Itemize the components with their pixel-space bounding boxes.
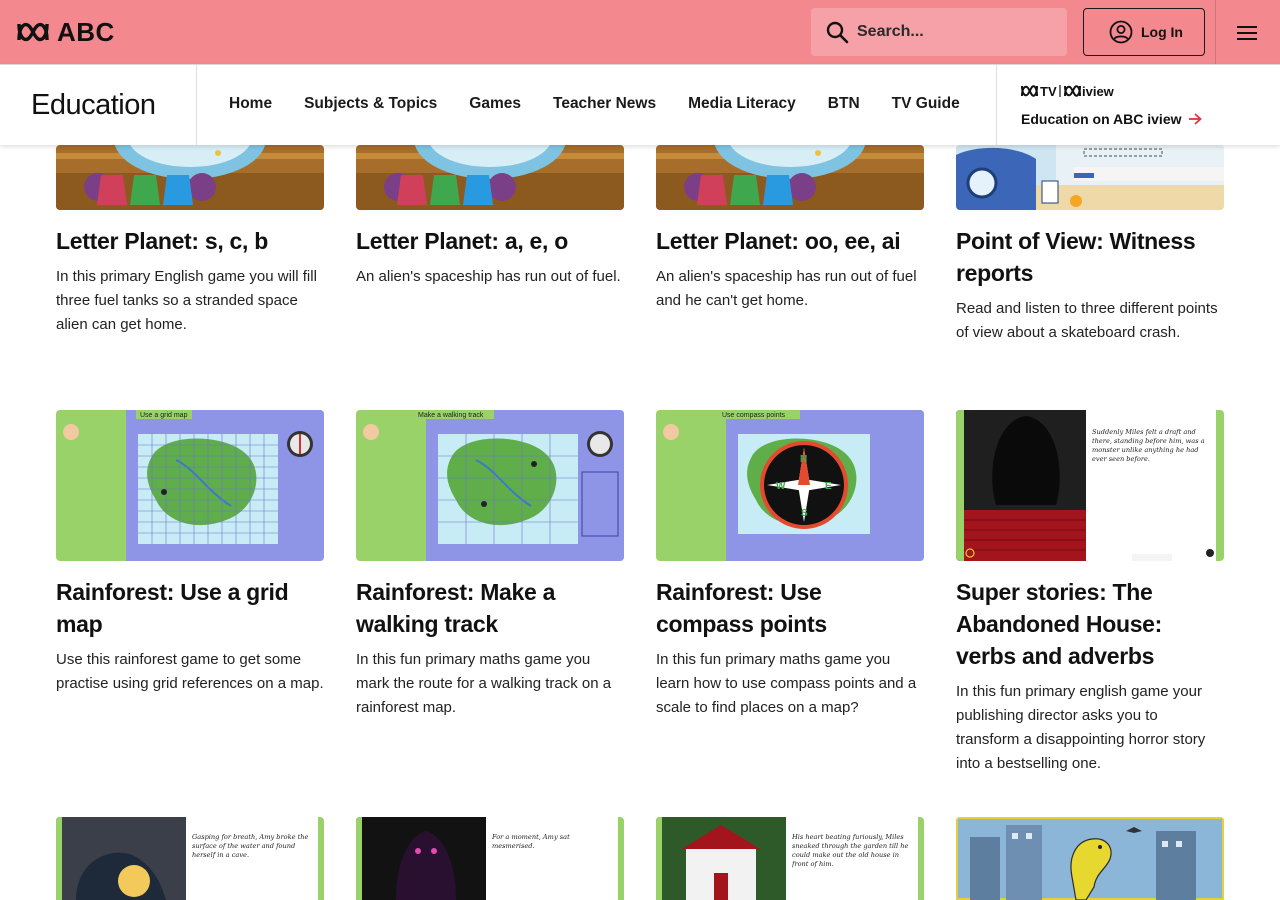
section-nav-bar: Education Home Subjects & Topics Games T… [0, 64, 1280, 145]
login-button[interactable]: Log In [1083, 8, 1205, 56]
card-title[interactable]: Rainforest: Make a walking track [356, 576, 624, 640]
card-description: In this primary English game you will fi… [56, 268, 317, 333]
thumb-story-text: For a moment, Amy sat mesmerised. [492, 833, 570, 850]
search-input[interactable] [857, 23, 1047, 41]
search-box[interactable] [811, 8, 1067, 56]
super-stories-cave-image: Gasping for breath, Amy broke the surfac… [56, 817, 324, 900]
svg-text:E: E [825, 481, 832, 492]
hamburger-menu-icon[interactable] [1234, 22, 1262, 44]
rainforest-compass-image: Use compass points N W E S [656, 410, 924, 561]
arrow-right-icon [1188, 113, 1202, 125]
card-thumbnail[interactable]: Use compass points N W E S [656, 410, 924, 561]
card-thumbnail[interactable]: Make a walking track [356, 410, 624, 561]
thumb-heading: Use compass points [722, 412, 786, 419]
nav-link-btn[interactable]: BTN [828, 95, 860, 113]
card-title[interactable]: Point of View: Witness reports [956, 225, 1224, 289]
search-icon [826, 21, 849, 44]
card-thumbnail[interactable] [356, 145, 624, 210]
card-title[interactable]: Letter Planet: s, c, b [56, 225, 324, 257]
abc-lissajous-icon [17, 22, 49, 42]
letter-planet-image [56, 145, 324, 210]
card-description: Use this rainforest game to get some pra… [56, 651, 324, 692]
card-title[interactable]: Rainforest: Use compass points [656, 576, 924, 640]
card-description: In this fun primary maths game you learn… [656, 651, 917, 716]
nav-link-teacher-news[interactable]: Teacher News [553, 95, 656, 113]
card-thumbnail[interactable] [56, 145, 324, 210]
nav-link-games[interactable]: Games [469, 95, 521, 113]
card-title[interactable]: Letter Planet: a, e, o [356, 225, 624, 257]
divider [196, 65, 197, 145]
rainforest-walking-track-image: Make a walking track [356, 410, 624, 561]
card-thumbnail[interactable] [956, 145, 1224, 210]
abc-tv-iview-logo[interactable]: TV iview [1021, 84, 1117, 98]
card-thumbnail[interactable]: Gasping for breath, Amy broke the surfac… [56, 817, 324, 900]
thumb-heading: Make a walking track [418, 412, 484, 419]
login-label: Log In [1141, 24, 1183, 40]
card-thumbnail[interactable]: Suddenly Miles felt a draft and there, s… [956, 410, 1224, 561]
card-thumbnail[interactable] [656, 145, 924, 210]
card-thumbnail[interactable]: Use a grid map [56, 410, 324, 561]
card-title[interactable]: Rainforest: Use a grid map [56, 576, 324, 640]
super-stories-house-image: His heart beating furiously, Miles sneak… [656, 817, 924, 900]
svg-text:TV: TV [1040, 84, 1057, 98]
card-title[interactable]: Letter Planet: oo, ee, ai [656, 225, 924, 257]
section-nav: Home Subjects & Topics Games Teacher New… [229, 95, 960, 113]
nav-link-home[interactable]: Home [229, 95, 272, 113]
card-description: In this fun primary maths game you mark … [356, 651, 612, 716]
card-description: An alien's spaceship has run out of fuel… [356, 268, 621, 285]
abc-logo[interactable]: ABC [17, 18, 115, 46]
education-on-iview-link[interactable]: Education on ABC iview [1021, 111, 1202, 127]
thumb-story-text: Gasping for breath, Amy broke the surfac… [192, 833, 309, 859]
top-bar: ABC Log In [0, 0, 1280, 64]
thumb-heading: Use a grid map [140, 412, 188, 419]
svg-text:iview: iview [1082, 84, 1115, 98]
letter-planet-image [656, 145, 924, 210]
card-description: An alien's spaceship has run out of fuel… [656, 268, 917, 309]
thumb-story-text: Suddenly Miles felt a draft and there, s… [1092, 428, 1205, 463]
abandoned-house-image: Suddenly Miles felt a draft and there, s… [956, 410, 1224, 561]
svg-text:W: W [776, 481, 786, 492]
rainforest-grid-map-image: Use a grid map [56, 410, 324, 561]
card-thumbnail[interactable]: His heart beating furiously, Miles sneak… [656, 817, 924, 900]
letter-planet-image [356, 145, 624, 210]
card-thumbnail[interactable]: For a moment, Amy sat mesmerised. [356, 817, 624, 900]
iview-link-label: Education on ABC iview [1021, 111, 1182, 127]
card-title[interactable]: Super stories: The Abandoned House: verb… [956, 576, 1224, 672]
card-description: Read and listen to three different point… [956, 300, 1218, 341]
super-stories-creature-image: For a moment, Amy sat mesmerised. [356, 817, 624, 900]
section-title[interactable]: Education [31, 89, 156, 122]
witness-reports-image [956, 145, 1224, 210]
user-icon [1109, 20, 1133, 44]
svg-text:S: S [801, 508, 808, 519]
card-thumbnail[interactable] [956, 817, 1224, 900]
card-description: In this fun primary english game your pu… [956, 683, 1206, 772]
nav-link-tv-guide[interactable]: TV Guide [892, 95, 960, 113]
svg-text:N: N [800, 454, 807, 465]
divider [996, 65, 997, 145]
thumb-story-text: His heart beating furiously, Miles sneak… [792, 833, 909, 868]
nav-link-subjects-topics[interactable]: Subjects & Topics [304, 95, 437, 113]
divider [1215, 0, 1216, 64]
brand-name: ABC [57, 17, 115, 47]
abc-tv-iview-logo-image: TV iview [1021, 84, 1115, 98]
dinosaur-city-image [956, 817, 1224, 900]
nav-link-media-literacy[interactable]: Media Literacy [688, 95, 796, 113]
